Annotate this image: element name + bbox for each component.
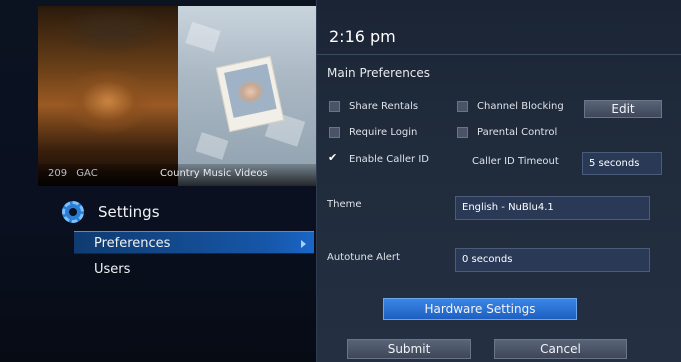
menu-item-label: Preferences xyxy=(94,236,171,251)
video-frame-left xyxy=(38,6,178,186)
baby-photo xyxy=(215,55,285,133)
cancel-button[interactable]: Cancel xyxy=(494,339,627,359)
theme-field[interactable]: English - NuBlu4.1 xyxy=(455,196,650,220)
parental-control-option[interactable]: Parental Control xyxy=(457,127,557,138)
autotune-alert-label: Autotune Alert xyxy=(327,252,400,263)
clock-time: 2:16 pm xyxy=(329,27,396,46)
option-label: Channel Blocking xyxy=(477,101,564,112)
theme-label: Theme xyxy=(327,199,362,210)
hardware-settings-button[interactable]: Hardware Settings xyxy=(383,298,577,320)
autotune-alert-field[interactable]: 0 seconds xyxy=(455,248,650,272)
caller-id-timeout-field[interactable]: 5 seconds xyxy=(582,152,662,175)
menu-item-users[interactable]: Users xyxy=(74,258,314,281)
option-label: Enable Caller ID xyxy=(349,154,429,165)
live-video-preview xyxy=(38,6,316,186)
enable-caller-id-checkbox[interactable] xyxy=(328,151,340,165)
require-login-option[interactable]: Require Login xyxy=(329,127,417,138)
chevron-right-icon xyxy=(301,240,306,248)
channel-blocking-checkbox[interactable] xyxy=(457,101,468,112)
channel-number: 209 xyxy=(48,168,68,179)
option-label: Require Login xyxy=(349,127,418,138)
edit-button[interactable]: Edit xyxy=(584,100,662,118)
option-label: Parental Control xyxy=(477,127,558,138)
enable-caller-id-option[interactable]: Enable Caller ID xyxy=(328,151,429,165)
submit-button[interactable]: Submit xyxy=(347,339,471,359)
share-rentals-option[interactable]: Share Rentals xyxy=(329,101,418,112)
settings-header: Settings xyxy=(62,201,160,223)
preferences-panel: 2:16 pm Main Preferences Share Rentals R… xyxy=(316,0,681,362)
header-divider xyxy=(317,54,681,55)
tv-settings-screen: 209 GAC Country Music Videos Settings Pr… xyxy=(0,0,681,362)
left-pane: 209 GAC Country Music Videos Settings Pr… xyxy=(0,0,316,362)
video-frame-right xyxy=(178,6,316,186)
settings-title: Settings xyxy=(98,203,160,221)
option-label: Share Rentals xyxy=(349,101,419,112)
channel-blocking-option[interactable]: Channel Blocking xyxy=(457,101,564,112)
share-rentals-checkbox[interactable] xyxy=(329,101,340,112)
require-login-checkbox[interactable] xyxy=(329,127,340,138)
menu-item-preferences[interactable]: Preferences xyxy=(74,231,314,254)
menu-item-label: Users xyxy=(94,262,131,277)
channel-name: GAC xyxy=(76,168,98,179)
section-title: Main Preferences xyxy=(327,66,431,80)
channel-info: 209 GAC xyxy=(48,168,98,179)
program-title: Country Music Videos xyxy=(160,168,268,179)
parental-control-checkbox[interactable] xyxy=(457,127,468,138)
caller-id-timeout-label: Caller ID Timeout xyxy=(472,156,559,167)
gear-icon xyxy=(62,201,84,223)
